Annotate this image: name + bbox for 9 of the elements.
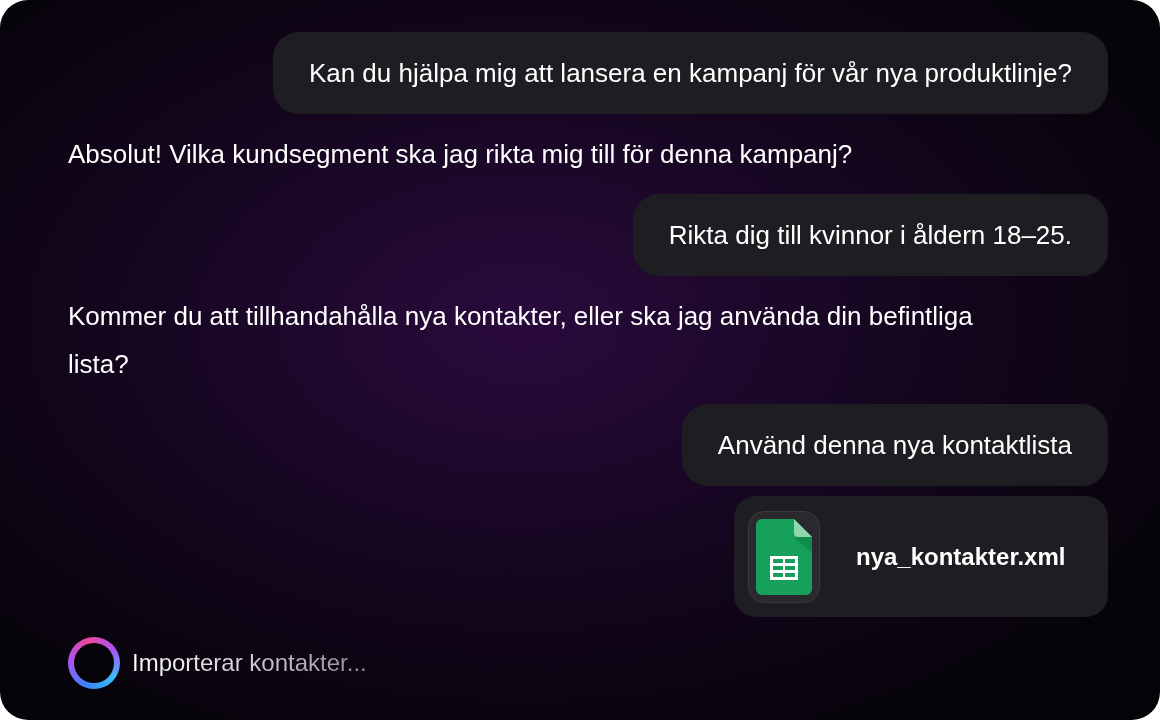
loading-spinner-icon [68,637,120,689]
file-name: nya_kontakter.xml [856,541,1066,572]
assistant-message: Kommer du att tillhandahålla nya kontakter, eller ska jag använda din befintliga lista? [68,300,974,381]
user-message-bubble: Kan du hjälpa mig att lansera en kampanj för vår nya produktlinje? [272,32,1108,114]
spreadsheet-icon [756,518,812,595]
user-message-bubble: Använd denna nya kontaktlista [681,404,1108,486]
file-attachment-card[interactable]: nya_kontakter.xml [734,496,1108,617]
assistant-message: Absolut! Vilka kundsegment ska jag rikta mig till för denna kampanj? [68,138,853,171]
user-message-bubble: Rikta dig till kvinnor i åldern 18–25. [632,194,1108,276]
